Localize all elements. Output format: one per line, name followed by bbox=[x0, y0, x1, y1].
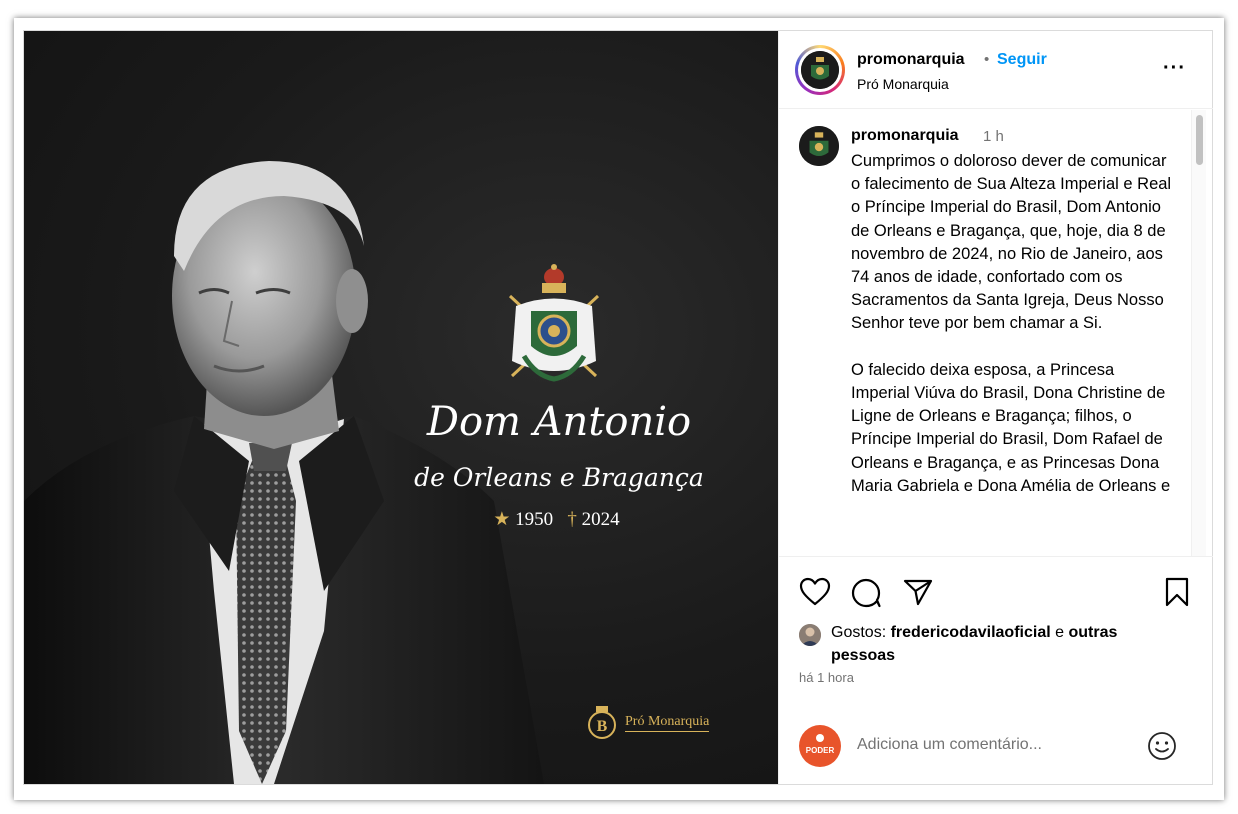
likes-joiner: e bbox=[1055, 624, 1065, 641]
liker-avatar[interactable] bbox=[799, 624, 821, 646]
smiley-icon[interactable] bbox=[1147, 731, 1177, 761]
post-header: promonarquia • Seguir Pró Monarquia ··· bbox=[779, 31, 1213, 109]
commenter-avatar[interactable]: PODER bbox=[799, 725, 841, 767]
window-frame: Dom Antonio de Orleans e Bragança ★ 1950… bbox=[14, 18, 1224, 800]
separator-dot: • bbox=[984, 51, 990, 68]
comment-icon[interactable] bbox=[851, 577, 883, 609]
star-icon: ★ bbox=[493, 509, 511, 530]
person-avatar-icon bbox=[799, 624, 821, 646]
svg-text:B: B bbox=[597, 718, 608, 735]
profile-avatar[interactable] bbox=[795, 45, 845, 95]
caption-scrollbar[interactable] bbox=[1191, 110, 1206, 556]
caption-timestamp[interactable]: 1 h bbox=[983, 128, 1004, 145]
crest-b-icon: B bbox=[588, 706, 616, 739]
brand-mark: B Pró Monarquia bbox=[587, 704, 710, 742]
post-image[interactable]: Dom Antonio de Orleans e Bragança ★ 1950… bbox=[24, 31, 778, 784]
caption-scroll-area[interactable]: promonarquia 1 h Cumprimos o doloroso de… bbox=[779, 110, 1213, 556]
heart-icon[interactable] bbox=[799, 577, 831, 607]
follow-button[interactable]: Seguir bbox=[997, 51, 1047, 69]
death-year: 2024 bbox=[581, 509, 620, 530]
deceased-name: Dom Antonio bbox=[426, 399, 692, 445]
add-comment-row: PODER bbox=[779, 713, 1213, 785]
post-side-panel: promonarquia • Seguir Pró Monarquia ··· … bbox=[778, 31, 1213, 784]
post-time-ago[interactable]: há 1 hora bbox=[799, 670, 854, 685]
comment-input[interactable] bbox=[857, 733, 1107, 757]
liker-username[interactable]: fredericodavilaoficial bbox=[891, 624, 1051, 641]
birth-year: 1950 bbox=[515, 509, 554, 530]
deceased-house: de Orleans e Bragança bbox=[414, 463, 704, 492]
crest-avatar-icon bbox=[799, 126, 839, 166]
account-subtitle: Pró Monarquia bbox=[857, 76, 949, 92]
likes-prefix: Gostos: bbox=[831, 624, 887, 641]
scrollbar-thumb[interactable] bbox=[1196, 115, 1203, 165]
crest-avatar-icon bbox=[801, 51, 839, 89]
share-icon[interactable] bbox=[903, 578, 933, 606]
more-options-icon[interactable]: ··· bbox=[1163, 57, 1186, 80]
caption-username[interactable]: promonarquia bbox=[851, 127, 959, 145]
instagram-post-modal: Dom Antonio de Orleans e Bragança ★ 1950… bbox=[23, 30, 1213, 785]
post-username[interactable]: promonarquia bbox=[857, 51, 965, 69]
commenter-avatar-label: PODER bbox=[805, 746, 835, 755]
life-dates: ★ 1950 † 2024 bbox=[379, 508, 734, 531]
imperial-crest-icon bbox=[508, 264, 600, 382]
caption-text: Cumprimos o doloroso dever de comunicar … bbox=[851, 152, 1172, 495]
bookmark-icon[interactable] bbox=[1164, 577, 1190, 607]
cross-icon: † bbox=[567, 509, 577, 530]
brand-text: Pró Monarquia bbox=[625, 714, 710, 732]
likes-text: Gostos: fredericodavilaoficial e outras … bbox=[831, 621, 1181, 667]
post-actions: Gostos: fredericodavilaoficial e outras … bbox=[779, 556, 1213, 784]
caption-avatar[interactable] bbox=[799, 126, 839, 166]
